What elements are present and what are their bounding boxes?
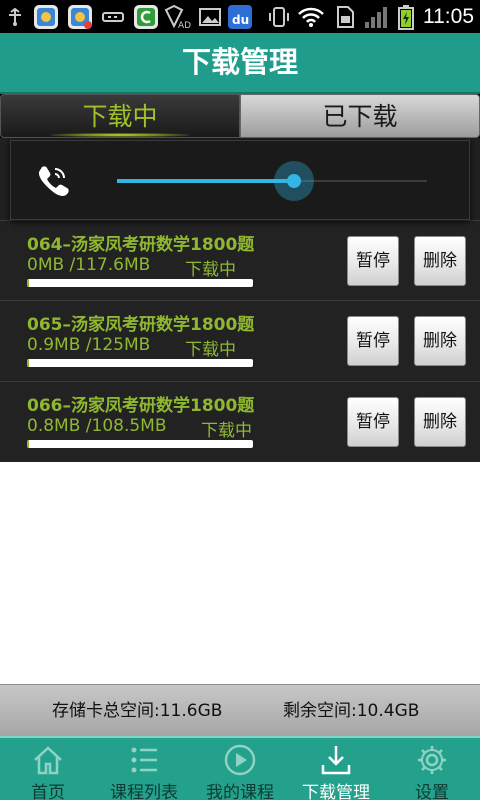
delete-button[interactable]: 删除 xyxy=(414,236,466,286)
download-title: 064–汤家凤考研数学1800题 xyxy=(27,235,255,255)
svg-text:AD: AD xyxy=(178,21,191,30)
signal-icon xyxy=(362,4,390,30)
storage-free-text: 剩余空间:10.4GB xyxy=(283,701,420,721)
bottom-nav: 首页 课程列表 我的课程 下载管理 设置 xyxy=(0,736,480,800)
pause-button[interactable]: 暂停 xyxy=(347,236,399,286)
status-time: 11:05 xyxy=(423,5,474,28)
volume-panel xyxy=(10,140,470,220)
list-icon xyxy=(127,743,161,777)
wifi-icon xyxy=(296,4,326,30)
header: 下载管理 xyxy=(0,33,480,94)
download-size: 0MB /117.6MB xyxy=(27,255,151,275)
nav-settings[interactable]: 设置 xyxy=(384,738,480,800)
download-item: 065–汤家凤考研数学1800题 0.9MB /125MB 下载中 暂停 删除 xyxy=(0,300,480,380)
download-status: 下载中 xyxy=(185,260,236,280)
nav-label: 下载管理 xyxy=(302,783,370,800)
download-progress-fill xyxy=(27,359,29,367)
sim-icon xyxy=(334,4,356,30)
play-circle-icon xyxy=(223,743,257,777)
download-progress-bar xyxy=(27,440,253,448)
home-icon xyxy=(31,743,65,777)
download-status: 下载中 xyxy=(185,340,236,360)
volume-slider-thumb[interactable] xyxy=(273,161,314,201)
app-notification-icon xyxy=(32,4,60,30)
nav-my-courses[interactable]: 我的课程 xyxy=(192,738,288,800)
tab-downloaded[interactable]: 已下载 xyxy=(240,94,480,138)
download-title: 066–汤家凤考研数学1800题 xyxy=(27,396,255,416)
svg-text:du: du xyxy=(232,13,249,27)
app-notification-icon xyxy=(66,4,94,30)
volume-fill xyxy=(117,179,294,183)
download-icon xyxy=(319,743,353,777)
tab-downloading[interactable]: 下载中 xyxy=(0,94,240,138)
tab-bar: 下载中 已下载 xyxy=(0,94,480,138)
page-title: 下载管理 xyxy=(181,45,298,79)
storage-bar: 存储卡总空间:11.6GB 剩余空间:10.4GB xyxy=(0,684,480,736)
nav-download-manager[interactable]: 下载管理 xyxy=(288,738,384,800)
download-status: 下载中 xyxy=(201,421,252,441)
gear-icon xyxy=(415,743,449,777)
download-title: 065–汤家凤考研数学1800题 xyxy=(27,315,255,335)
nav-label: 我的课程 xyxy=(206,783,274,800)
av-shield-icon: AD xyxy=(164,4,192,30)
usb-icon xyxy=(4,4,26,30)
status-bar: AD du 11:05 xyxy=(0,0,480,33)
battery-icon xyxy=(396,4,416,30)
download-progress-fill xyxy=(27,279,29,287)
vibrate-icon xyxy=(268,4,290,30)
baidu-icon: du xyxy=(226,4,254,30)
pause-button[interactable]: 暂停 xyxy=(347,397,399,447)
usb-debug-icon xyxy=(100,4,126,30)
download-progress-bar xyxy=(27,359,253,367)
image-icon xyxy=(198,4,222,30)
nav-label: 课程列表 xyxy=(110,783,178,800)
green-app-icon xyxy=(132,4,160,30)
nav-label: 首页 xyxy=(31,783,65,800)
storage-total-text: 存储卡总空间:11.6GB xyxy=(52,701,223,721)
download-item: 064–汤家凤考研数学1800题 0MB /117.6MB 下载中 暂停 删除 xyxy=(0,220,480,300)
delete-button[interactable]: 删除 xyxy=(414,316,466,366)
nav-label: 设置 xyxy=(415,783,449,800)
download-progress-bar xyxy=(27,279,253,287)
phone-volume-icon xyxy=(36,163,70,197)
download-progress-fill xyxy=(27,440,29,448)
nav-home[interactable]: 首页 xyxy=(0,738,96,800)
download-size: 0.9MB /125MB xyxy=(27,335,151,355)
download-size: 0.8MB /108.5MB xyxy=(27,416,167,436)
delete-button[interactable]: 删除 xyxy=(414,397,466,447)
nav-course-list[interactable]: 课程列表 xyxy=(96,738,192,800)
pause-button[interactable]: 暂停 xyxy=(347,316,399,366)
download-item: 066–汤家凤考研数学1800题 0.8MB /108.5MB 下载中 暂停 删… xyxy=(0,381,480,461)
